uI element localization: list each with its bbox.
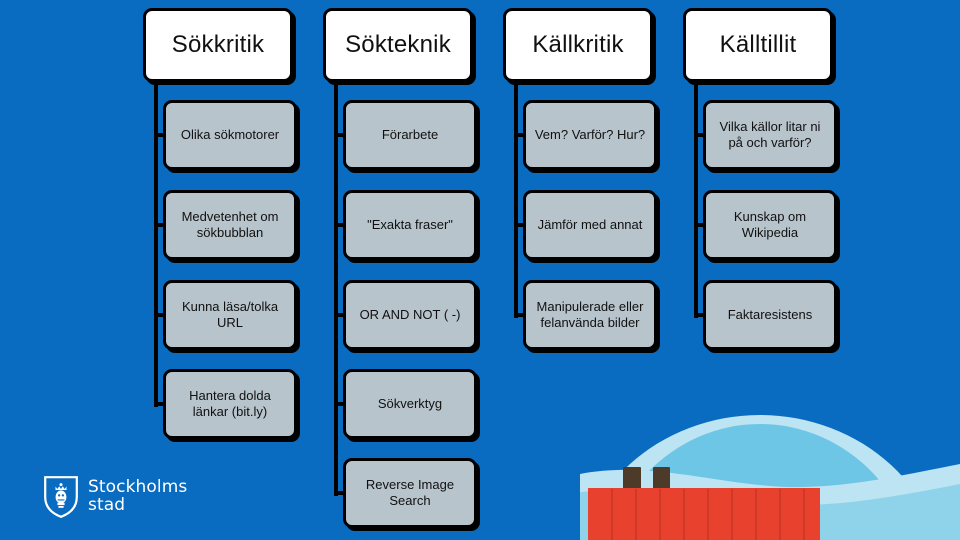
chart-header-sokkritik[interactable]: Sökkritik [143,8,293,82]
chart-node-label: Sökverktyg [377,395,443,411]
chart-header-label: Sökteknik [345,31,451,59]
stockholms-stad-logo: Stockholms stad [44,476,187,518]
chart-node-label: Manipulerade eller felanvända bilder [536,298,644,330]
chart-node[interactable]: Kunskap om Wikipedia [703,190,837,260]
connector-trunk [514,82,518,318]
chart-node[interactable]: Hantera dolda länkar (bit.ly) [163,369,297,439]
chart-header-label: Sökkritik [171,31,265,59]
chart-header-sokteknik[interactable]: Sökteknik [323,8,473,82]
chart-node[interactable]: "Exakta fraser" [343,190,477,260]
chart-node[interactable]: Manipulerade eller felanvända bilder [523,280,657,350]
chart-node-label: "Exakta fraser" [367,216,453,232]
chart-column-kallkritik: Källkritik Vem? Varför? Hur? Jämför med … [500,0,680,540]
chart-header-label: Källtillit [719,31,797,59]
chart-node[interactable]: OR AND NOT ( -) [343,280,477,350]
chart-node[interactable]: Jämför med annat [523,190,657,260]
chart-node[interactable]: Kunna läsa/tolka URL [163,280,297,350]
chart-node-label: Vilka källor litar ni på och varför? [719,118,821,150]
chart-node-label: Kunskap om Wikipedia [733,208,807,240]
chart-header-kalltillit[interactable]: Källtillit [683,8,833,82]
chart-node[interactable]: Faktaresistens [703,280,837,350]
chart-column-sokkritik: Sökkritik Olika sökmotorer Medvetenhet o… [140,0,320,540]
connector-trunk [154,82,158,407]
chart-node[interactable]: Olika sökmotorer [163,100,297,170]
logo-wordmark: Stockholms stad [88,479,187,514]
chart-node-label: Vem? Varför? Hur? [534,126,646,142]
chart-node[interactable]: Reverse Image Search [343,458,477,528]
chart-node[interactable]: Vilka källor litar ni på och varför? [703,100,837,170]
chart-node-label: Reverse Image Search [365,476,455,508]
connector-trunk [334,82,338,496]
chart-node[interactable]: Vem? Varför? Hur? [523,100,657,170]
chart-node[interactable]: Sökverktyg [343,369,477,439]
chart-node-label: Faktaresistens [727,306,813,322]
logo-line-2: stad [88,495,126,515]
chart-column-kalltillit: Källtillit Vilka källor litar ni på och … [680,0,860,540]
chart-node-label: Hantera dolda länkar (bit.ly) [189,387,271,419]
slide-canvas: Sökkritik Olika sökmotorer Medvetenhet o… [0,0,960,540]
chart-node[interactable]: Medvetenhet om sökbubblan [163,190,297,260]
chart-header-kallkritik[interactable]: Källkritik [503,8,653,82]
chart-node-label: Kunna läsa/tolka URL [181,298,279,330]
chart-header-label: Källkritik [532,31,624,59]
chart-node-label: Medvetenhet om sökbubblan [181,208,279,240]
chart-node-label: Jämför med annat [537,216,643,232]
chart-column-sokteknik: Sökteknik Förarbete "Exakta fraser" OR A… [320,0,500,540]
chart-node-label: Olika sökmotorer [180,126,280,142]
shield-crown-icon [44,476,78,518]
chart-node[interactable]: Förarbete [343,100,477,170]
chart-node-label: Förarbete [381,126,439,142]
chart-node-label: OR AND NOT ( -) [359,306,461,322]
connector-trunk [694,82,698,318]
organization-chart: Sökkritik Olika sökmotorer Medvetenhet o… [0,0,960,540]
